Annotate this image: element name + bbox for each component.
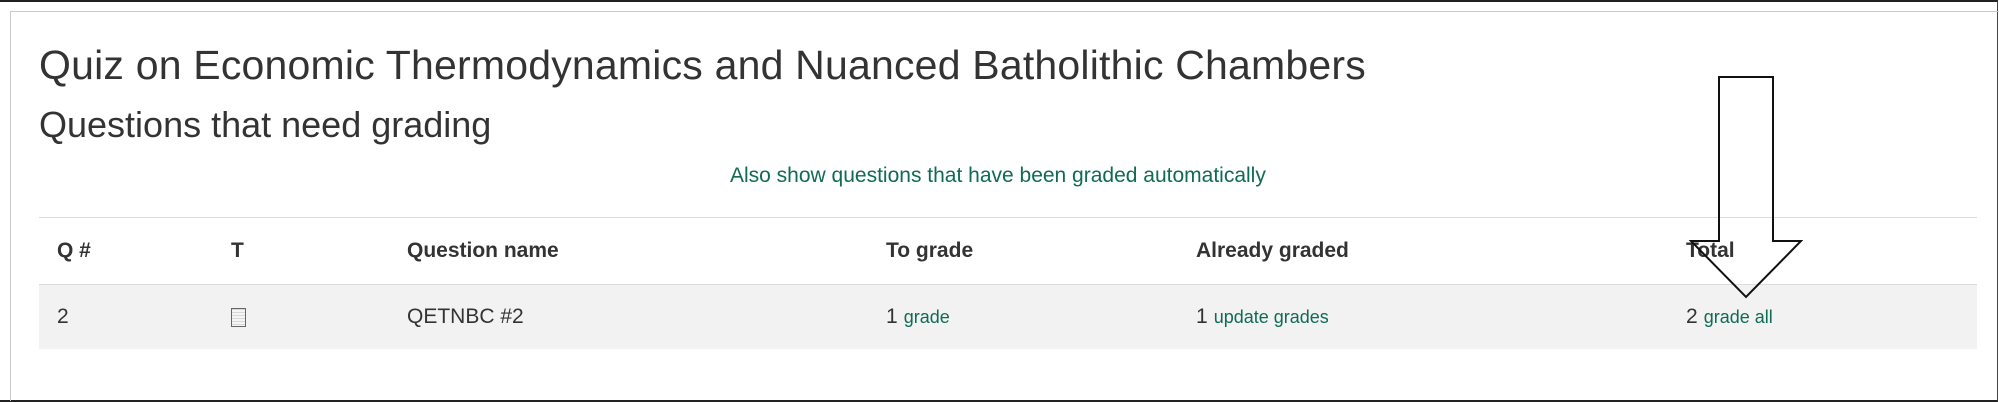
row-total-cell: 2 grade all [1686,305,1773,329]
header-total: Total [1686,239,1735,262]
header-to-grade: To grade [886,239,974,262]
table-row: 2 QETNBC #2 1 grade 1 update grades 2 grade… [39,285,1977,349]
page-subtitle: Questions that need grading [39,104,492,145]
show-auto-graded-link[interactable]: Also show questions that have been grade… [730,164,1266,188]
page-title: Quiz on Economic Thermodynamics and Nuan… [39,42,1366,88]
row-already-graded-cell: 1 update grades [1196,305,1329,329]
header-q-num: Q # [57,239,91,262]
update-grades-link[interactable]: update grades [1214,307,1329,327]
header-type: T [231,239,244,262]
essay-question-icon [231,307,246,327]
grading-table: Q # T Question name To grade Already gra… [39,217,1977,349]
table-header-row: Q # T Question name To grade Already gra… [39,218,1977,285]
grade-all-link[interactable]: grade all [1704,307,1773,327]
row-type-cell [231,305,246,329]
grade-link[interactable]: grade [904,307,950,327]
header-already-graded: Already graded [1196,239,1349,262]
row-question-name: QETNBC #2 [407,305,524,328]
already-graded-count: 1 [1196,305,1208,328]
to-grade-count: 1 [886,305,898,328]
total-count: 2 [1686,305,1698,328]
header-question-name: Question name [407,239,559,262]
row-q-num: 2 [57,305,69,328]
row-to-grade-cell: 1 grade [886,305,950,329]
